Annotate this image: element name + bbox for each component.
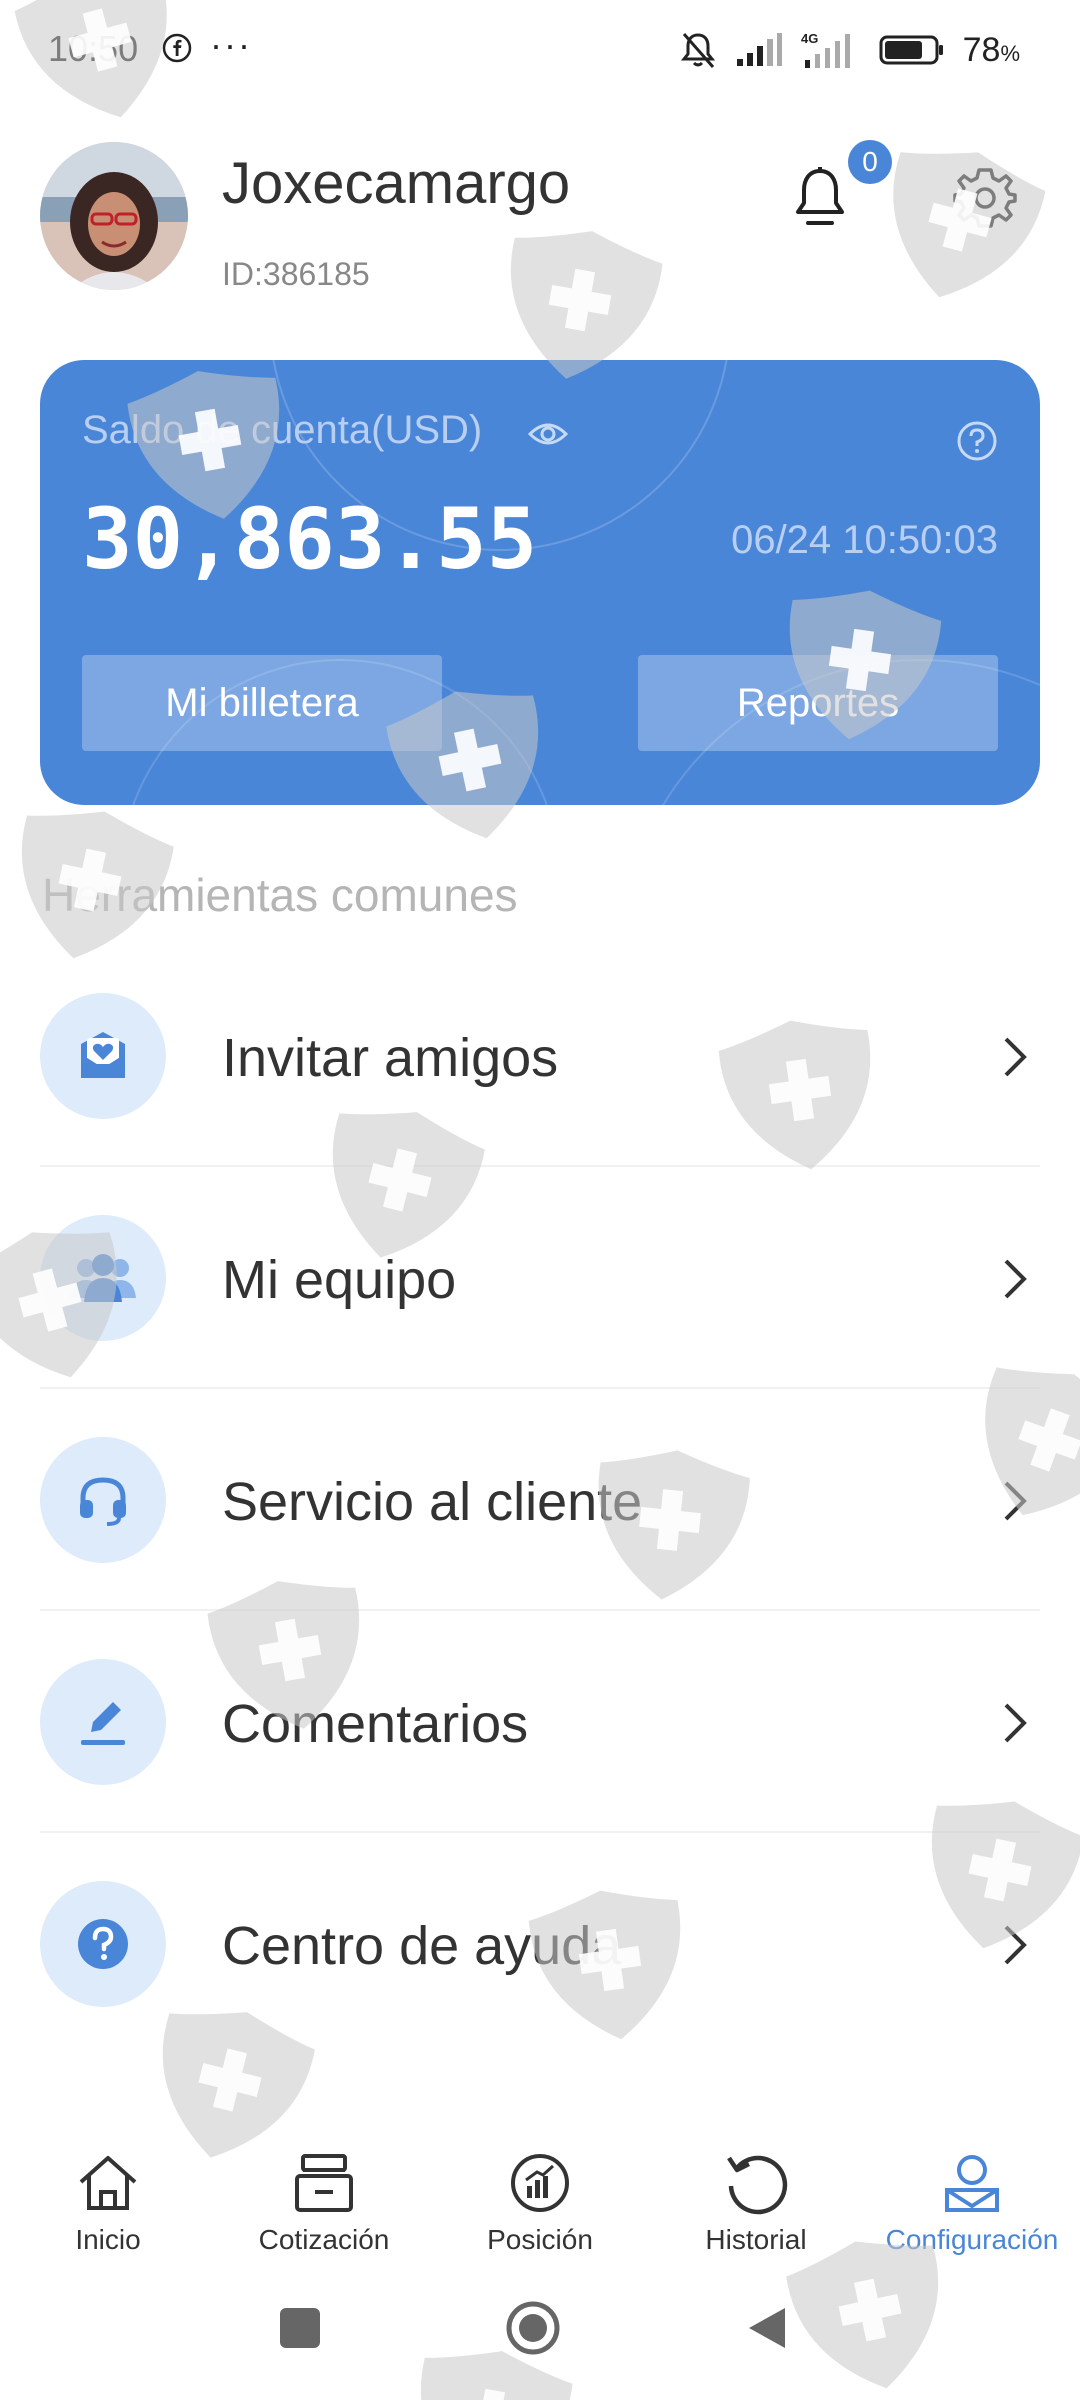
team-icon [40, 1215, 166, 1341]
menu-item-label: Comentarios [222, 1694, 529, 1754]
balance-label: Saldo de cuenta(USD) [82, 408, 483, 452]
nav-item-history[interactable]: Historial [648, 2130, 864, 2280]
reports-button[interactable]: Reportes [638, 655, 998, 751]
menu-item-label: Invitar amigos [222, 1028, 559, 1088]
signal-icon [736, 33, 782, 66]
avatar[interactable] [40, 142, 188, 290]
back-triangle-icon[interactable] [745, 2304, 789, 2352]
balance-amount: 30,863.55 [82, 490, 538, 588]
battery-percent: 78% [962, 30, 1020, 69]
menu-item-label: Mi equipo [222, 1250, 457, 1310]
menu-item-label: Servicio al cliente [222, 1472, 643, 1532]
gear-icon[interactable] [952, 165, 1018, 231]
balance-card: Saldo de cuenta(USD) 30,863.55 06/24 10:… [40, 360, 1040, 805]
bell-icon[interactable] [790, 165, 850, 231]
home-icon [79, 2156, 137, 2210]
system-nav-bar [0, 2290, 1080, 2400]
battery-icon [879, 35, 943, 65]
menu-item-invite-friends[interactable]: Invitar amigos [40, 945, 1040, 1167]
menu-item-customer-service[interactable]: Servicio al cliente [40, 1389, 1040, 1611]
history-icon [727, 2155, 788, 2215]
balance-timestamp: 06/24 10:50:03 [731, 518, 998, 562]
menu-item-my-team[interactable]: Mi equipo [40, 1167, 1040, 1389]
section-title: Herramientas comunes [42, 869, 518, 921]
signal-4g-icon: 4G [801, 31, 850, 68]
headset-icon [40, 1437, 166, 1563]
menu-item-feedback[interactable]: Comentarios [40, 1611, 1040, 1833]
quote-box-icon [295, 2154, 353, 2212]
nav-item-quote[interactable]: Cotización [216, 2130, 432, 2280]
chevron-right-icon [1004, 1259, 1027, 1299]
pencil-icon [40, 1659, 166, 1785]
status-more: ··· [210, 24, 252, 65]
help-circle-icon [40, 1881, 166, 2007]
nav-label: Cotización [258, 2224, 390, 2255]
chevron-right-icon [1004, 1481, 1027, 1521]
nav-label: Configuración [885, 2224, 1059, 2255]
invite-envelope-icon [40, 993, 166, 1119]
chevron-right-icon [1004, 1037, 1027, 1077]
eye-icon[interactable] [528, 418, 568, 450]
profile-settings-icon [945, 2155, 999, 2212]
bell-muted-icon [680, 33, 715, 68]
menu-item-label: Centro de ayuda [222, 1916, 622, 1976]
bottom-nav: Inicio Cotización Posición Historial Con… [0, 2130, 1080, 2280]
notification-badge: 0 [848, 140, 892, 184]
nav-label: Inicio [75, 2224, 141, 2255]
username: Joxecamargo [222, 151, 571, 216]
nav-label: Posición [487, 2224, 593, 2255]
menu-item-help-center[interactable]: Centro de ayuda [40, 1833, 1040, 2055]
nav-item-home[interactable]: Inicio [0, 2130, 216, 2280]
status-time: 10:50 [48, 28, 139, 69]
user-id: ID:386185 [222, 256, 370, 292]
status-bar: 10:50 ··· 4G 78% [0, 0, 1080, 104]
recent-apps-icon[interactable] [280, 2308, 320, 2348]
facebook-icon [162, 33, 192, 63]
network-type: 4G [801, 31, 818, 46]
chevron-right-icon [1004, 1703, 1027, 1743]
home-circle-icon[interactable] [505, 2300, 561, 2356]
nav-item-settings[interactable]: Configuración [864, 2130, 1080, 2280]
question-icon[interactable] [956, 420, 998, 462]
nav-item-position[interactable]: Posición [432, 2130, 648, 2280]
nav-label: Historial [705, 2224, 807, 2255]
wallet-button[interactable]: Mi billetera [82, 655, 442, 751]
chevron-right-icon [1004, 1925, 1027, 1965]
position-chart-icon [511, 2154, 569, 2212]
